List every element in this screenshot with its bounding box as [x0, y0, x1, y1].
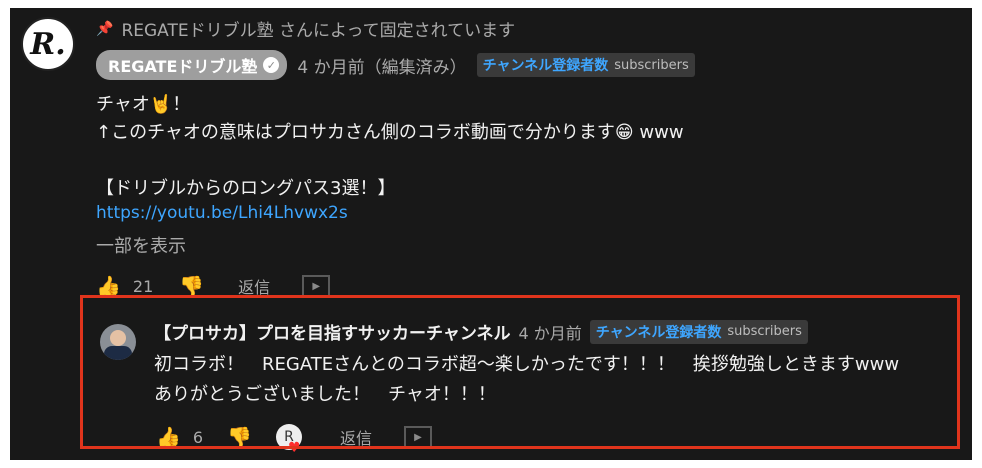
comment-line-2: ↑このチャオの意味はプロサカさん側のコラボ動画で分かります😁 www — [96, 122, 684, 143]
like-count: 21 — [132, 276, 154, 296]
promote-icon[interactable]: ▶ — [302, 275, 331, 297]
highlight-box — [80, 295, 960, 449]
pinned-text: REGATEドリブル塾 さんによって固定されています — [121, 21, 516, 41]
pinned-notice: 📌 REGATEドリブル塾 さんによって固定されています — [96, 16, 516, 42]
author-chip[interactable]: REGATEドリブル塾 ✓ — [96, 50, 288, 80]
regate-avatar[interactable]: R. — [21, 17, 75, 71]
verified-check-icon: ✓ — [263, 57, 280, 73]
video-link[interactable]: https://youtu.be/Lhi4Lhvwx2s — [96, 203, 348, 223]
comment-timestamp[interactable]: 4 か月前（編集済み） — [297, 53, 466, 78]
comment-header: REGATEドリブル塾 ✓ 4 か月前（編集済み） チャンネル登録者数 subs… — [96, 50, 695, 80]
comment-line-1: チャオ🤘！ — [96, 94, 191, 115]
subscriber-badge-en: subscribers — [614, 57, 689, 73]
regate-logo-icon: R. — [30, 26, 66, 62]
author-name: REGATEドリブル塾 — [108, 57, 258, 76]
subscriber-badge: チャンネル登録者数 subscribers — [476, 53, 695, 77]
show-less-link[interactable]: 一部を表示 — [96, 232, 186, 258]
pin-icon: 📌 — [96, 20, 114, 37]
subscriber-badge-jp: チャンネル登録者数 — [482, 58, 609, 74]
comment-line-3: 【ドリブルからのロングパス3選！】 — [96, 178, 396, 199]
